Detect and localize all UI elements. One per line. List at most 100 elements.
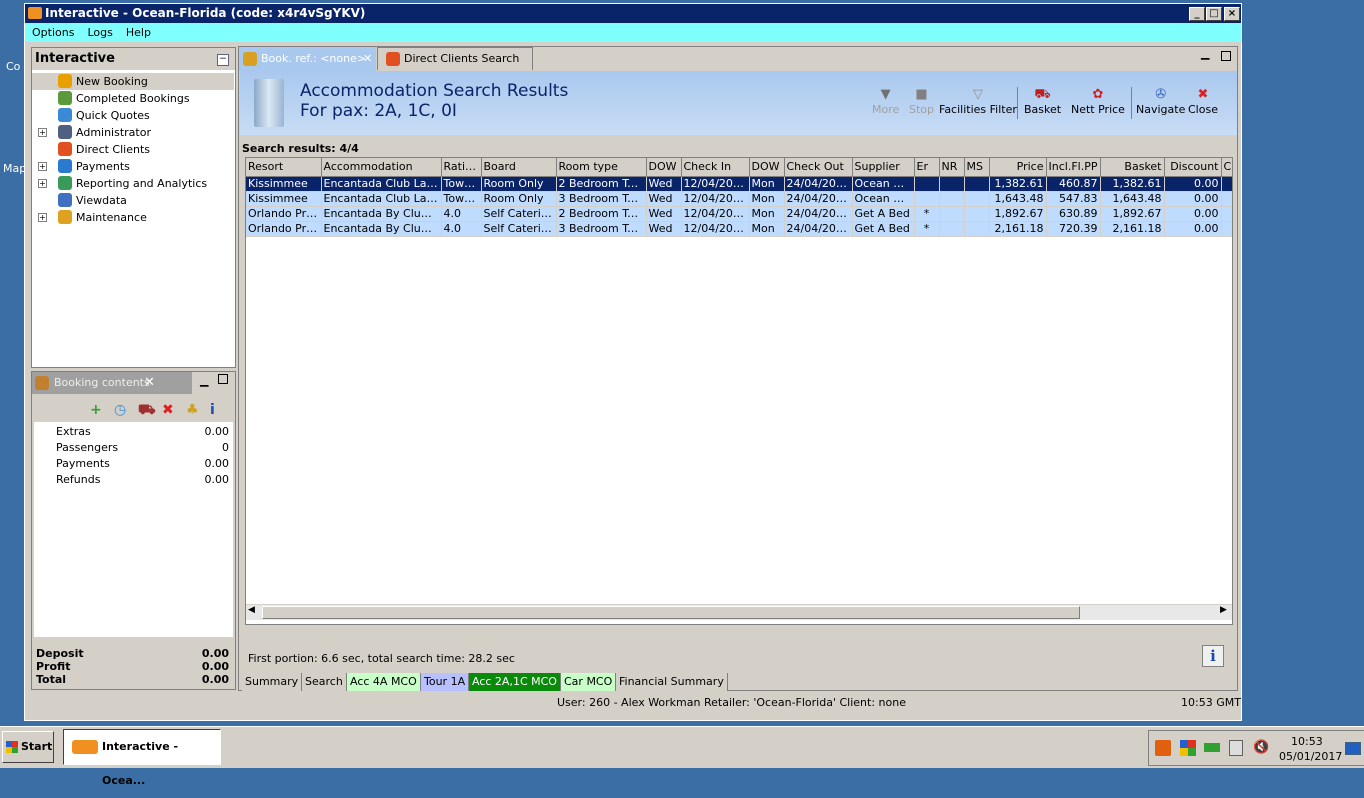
- column-header[interactable]: Check Out: [784, 158, 853, 177]
- start-button[interactable]: Start: [2, 731, 54, 763]
- table-row[interactable]: Kissimmee Encantada Club La C… Tow… Room On…: [246, 176, 1232, 192]
- table-row[interactable]: Orlando Pri… Encantada By Club L… 4.0 Self …: [246, 221, 1232, 237]
- column-header[interactable]: Discount: [1164, 158, 1222, 177]
- column-header[interactable]: Incl.Fl.PP: [1046, 158, 1101, 177]
- close-button[interactable]: ✖ Close: [1188, 87, 1218, 116]
- desktop-icon-label[interactable]: Co: [6, 60, 20, 73]
- sidebar-item-maintenance[interactable]: + Maintenance: [32, 209, 234, 226]
- sidebar-item-viewdata[interactable]: Viewdata: [32, 192, 234, 209]
- minimize-panel-button[interactable]: ▁: [1201, 47, 1209, 60]
- network-card-icon[interactable]: [1204, 743, 1220, 752]
- java-icon[interactable]: [1155, 740, 1171, 756]
- horizontal-scrollbar[interactable]: ◀ ▶: [246, 604, 1232, 620]
- app-window: Interactive - Ocean-Florida (code: x4r4v…: [24, 3, 1242, 721]
- column-header[interactable]: Room type: [556, 158, 647, 177]
- more-button[interactable]: ▼ More: [872, 87, 899, 116]
- table-cell: 0.00: [1164, 191, 1222, 207]
- expand-icon[interactable]: +: [38, 179, 47, 188]
- show-desktop-icon[interactable]: [1345, 742, 1361, 755]
- column-header[interactable]: Check In: [681, 158, 750, 177]
- bottom-tab-financial-summary[interactable]: Financial Summary: [616, 673, 728, 691]
- facilities-filter-button[interactable]: ▽ Facilities Filter: [939, 87, 1017, 116]
- sidebar-item-label: Completed Bookings: [76, 92, 190, 105]
- delete-icon[interactable]: ✖: [162, 402, 174, 418]
- toolbar-label: Basket: [1024, 103, 1062, 116]
- table-row[interactable]: Orlando Pri… Encantada By Club L… 4.0 Self …: [246, 206, 1232, 222]
- basket-icon[interactable]: ⛟: [138, 402, 156, 420]
- table-cell: 547.83: [1046, 191, 1101, 207]
- nett-price-button[interactable]: ✿ Nett Price: [1071, 87, 1125, 116]
- sidebar-item-quick-quotes[interactable]: Quick Quotes: [32, 107, 234, 124]
- menu-help[interactable]: Help: [126, 26, 151, 39]
- sidebar-item-completed-bookings[interactable]: Completed Bookings: [32, 90, 234, 107]
- maximize-panel-button[interactable]: [218, 374, 228, 384]
- column-header[interactable]: C: [1221, 158, 1232, 177]
- column-header[interactable]: Er: [914, 158, 940, 177]
- scrollbar-thumb[interactable]: [262, 606, 1080, 619]
- bottom-tab-search[interactable]: Search: [302, 673, 347, 691]
- sidebar-item-payments[interactable]: + Payments: [32, 158, 234, 175]
- column-header[interactable]: DOW: [749, 158, 785, 177]
- network-icon[interactable]: [1229, 740, 1243, 756]
- menu-options[interactable]: Options: [32, 26, 74, 39]
- clock-time[interactable]: 10:53: [1291, 735, 1323, 748]
- antivirus-icon[interactable]: [1180, 740, 1196, 756]
- scroll-right-button[interactable]: ▶: [1220, 605, 1227, 615]
- tab-booking[interactable]: Book. ref.: <none> ✕: [239, 47, 376, 71]
- column-header[interactable]: DOW: [646, 158, 682, 177]
- menu-logs[interactable]: Logs: [87, 26, 112, 39]
- booking-contents-tab[interactable]: Booking contents ✕: [32, 372, 192, 394]
- booking-row: Payments 0.00: [56, 457, 229, 470]
- maximize-button[interactable]: □: [1206, 7, 1222, 21]
- info-icon[interactable]: i: [210, 402, 215, 418]
- navigate-button[interactable]: ✇ Navigate: [1136, 87, 1185, 116]
- minimize-panel-button[interactable]: ▁: [200, 374, 208, 387]
- collapse-button[interactable]: −: [217, 54, 229, 66]
- close-tab-icon[interactable]: ✕: [144, 372, 155, 394]
- bottom-tab-acc-2a-1c-mco[interactable]: Acc 2A,1C MCO: [469, 673, 561, 691]
- column-header[interactable]: Board: [481, 158, 557, 177]
- minimize-button[interactable]: _: [1189, 7, 1205, 21]
- column-header[interactable]: Basket: [1100, 158, 1165, 177]
- column-header[interactable]: Resort: [246, 158, 322, 177]
- basket-button[interactable]: ⛟ Basket: [1024, 87, 1061, 116]
- column-header[interactable]: Supplier: [852, 158, 915, 177]
- volume-muted-icon[interactable]: 🔇: [1253, 740, 1269, 755]
- toolbar-label: Nett Price: [1071, 103, 1125, 116]
- taskbar-app-button[interactable]: Interactive - Ocea...: [63, 729, 221, 787]
- sidebar-item-administrator[interactable]: + Administrator: [32, 124, 234, 141]
- expand-icon[interactable]: +: [38, 213, 47, 222]
- scroll-left-button[interactable]: ◀: [248, 605, 255, 615]
- expand-icon[interactable]: +: [38, 162, 47, 171]
- close-window-button[interactable]: ×: [1224, 7, 1240, 21]
- expand-icon[interactable]: +: [38, 128, 47, 137]
- bottom-tab-acc-4a-mco[interactable]: Acc 4A MCO: [347, 673, 421, 691]
- table-cell: Ocean B…: [852, 191, 915, 207]
- column-header[interactable]: NR: [939, 158, 965, 177]
- column-header[interactable]: Price: [989, 158, 1047, 177]
- add-icon[interactable]: +: [90, 402, 102, 418]
- toolbar-label: Facilities Filter: [939, 103, 1017, 116]
- column-header[interactable]: Accommodation: [321, 158, 442, 177]
- desktop-icon-label[interactable]: Map: [3, 162, 26, 175]
- nav-panel-title: Interactive: [32, 48, 235, 70]
- column-header[interactable]: MS: [964, 158, 990, 177]
- bottom-tab-car-mco[interactable]: Car MCO: [561, 673, 617, 691]
- quote-icon[interactable]: ◷: [114, 402, 126, 418]
- stop-button[interactable]: ■ Stop: [909, 87, 934, 116]
- sidebar-item-new-booking[interactable]: New Booking: [32, 73, 234, 90]
- column-header[interactable]: Rati…: [441, 158, 482, 177]
- maximize-panel-button[interactable]: [1221, 51, 1231, 61]
- table-cell: [1221, 176, 1232, 192]
- sidebar-item-direct-clients[interactable]: Direct Clients: [32, 141, 234, 158]
- tab-direct-clients-search[interactable]: Direct Clients Search: [377, 47, 533, 70]
- close-tab-icon[interactable]: ✕: [363, 47, 372, 71]
- info-button[interactable]: i: [1202, 645, 1224, 667]
- sidebar-item-reporting-and-analytics[interactable]: + Reporting and Analytics: [32, 175, 234, 192]
- bottom-tab-tour-1a[interactable]: Tour 1A: [421, 673, 470, 691]
- palm-tree-icon[interactable]: ♣: [186, 402, 199, 418]
- clock-date[interactable]: 05/01/2017: [1279, 750, 1342, 763]
- bottom-tab-summary[interactable]: Summary: [242, 673, 303, 691]
- table-cell: 460.87: [1046, 176, 1101, 192]
- table-row[interactable]: Kissimmee Encantada Club La C… Tow… Room On…: [246, 191, 1232, 207]
